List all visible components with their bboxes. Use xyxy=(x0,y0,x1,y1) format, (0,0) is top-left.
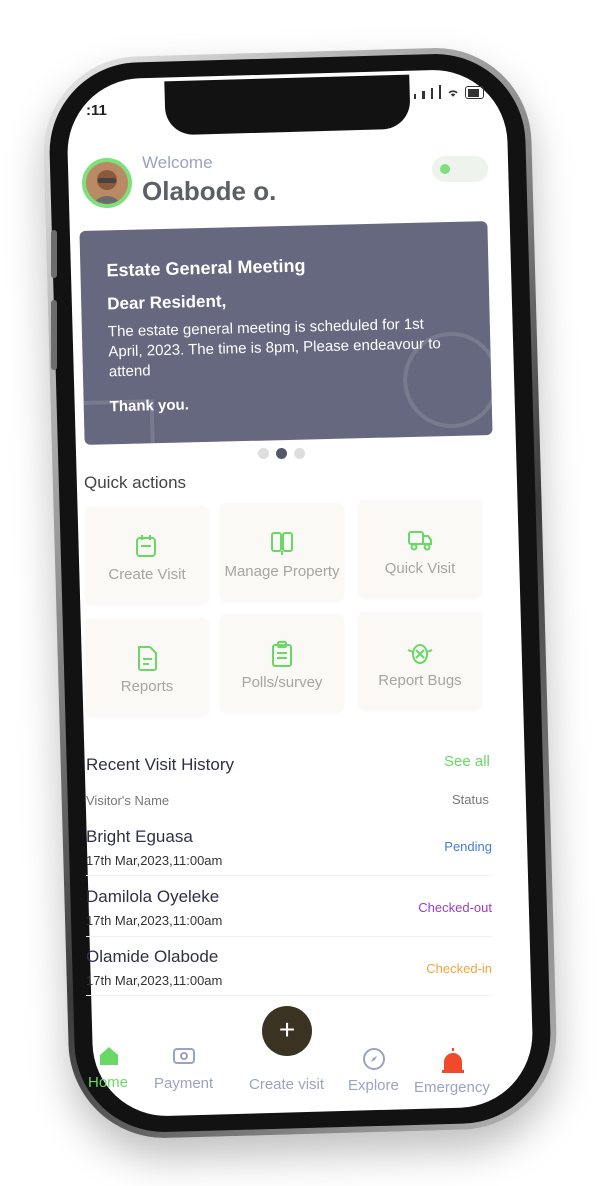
quick-actions-title: Quick actions xyxy=(84,473,187,492)
calendar-pencil-icon xyxy=(136,535,156,557)
quick-action-quick-visit[interactable]: Quick Visit xyxy=(358,500,482,598)
table-row[interactable]: Bright Eguasa 17th Mar,2023,11:00am Pend… xyxy=(86,827,492,868)
carousel-indicator xyxy=(258,448,305,459)
tab-emergency-label[interactable]: Emergency xyxy=(414,1079,490,1096)
divider xyxy=(86,995,492,996)
status-icons xyxy=(414,83,484,99)
divider xyxy=(86,875,492,876)
tile-label: Reports xyxy=(120,678,174,695)
column-header-status: Status xyxy=(452,792,489,807)
building-icon xyxy=(271,532,293,555)
divider xyxy=(86,936,492,937)
document-icon xyxy=(138,646,157,671)
column-header-name: Visitor's Name xyxy=(86,793,170,808)
quick-action-manage-property[interactable]: Manage Property xyxy=(220,503,344,601)
see-all-link[interactable]: See all xyxy=(444,753,490,770)
tab-explore-label[interactable]: Explore xyxy=(348,1077,399,1094)
tile-label: Manage Property xyxy=(224,563,340,580)
bottom-tab-bar: Home Payment Create visit Explore Emerge… xyxy=(72,1040,508,1100)
home-icon xyxy=(100,1047,118,1065)
quick-action-create-visit[interactable]: Create Visit xyxy=(85,506,209,604)
status-badge: Checked-in xyxy=(426,961,492,976)
tile-label: Polls/survey xyxy=(241,674,323,691)
clipboard-icon xyxy=(272,641,292,667)
side-button xyxy=(51,300,57,370)
siren-icon xyxy=(442,1048,464,1073)
announcement-banner[interactable]: Estate General Meeting Dear Resident, Th… xyxy=(79,221,493,445)
quick-action-report-bugs[interactable]: Report Bugs xyxy=(358,612,482,710)
status-toggle[interactable] xyxy=(432,156,488,182)
visit-date: 17th Mar,2023,11:00am xyxy=(86,913,223,928)
toggle-knob xyxy=(440,164,450,174)
status-time: :11 xyxy=(86,102,107,119)
banner-body: The estate general meeting is scheduled … xyxy=(107,315,441,381)
tab-create-visit-label[interactable]: Create visit xyxy=(249,1076,324,1093)
tile-label: Quick Visit xyxy=(384,560,456,577)
wifi-icon xyxy=(448,90,458,97)
status-badge: Checked-out xyxy=(418,900,492,915)
quick-action-polls-survey[interactable]: Polls/survey xyxy=(220,614,344,712)
visitor-name: Bright Eguasa xyxy=(86,827,193,846)
welcome-text: Welcome xyxy=(142,153,213,172)
table-row[interactable]: Olamide Olabode 17th Mar,2023,11:00am Ch… xyxy=(86,947,492,988)
table-row[interactable]: Damilola Oyeleke 17th Mar,2023,11:00am C… xyxy=(86,887,492,928)
user-name: Olabode o. xyxy=(142,176,277,206)
tab-home-label[interactable]: Home xyxy=(88,1074,128,1091)
carousel-dot[interactable] xyxy=(258,448,269,459)
tab-payment-label[interactable]: Payment xyxy=(154,1075,213,1092)
carousel-dot[interactable] xyxy=(294,448,305,459)
banner-title: Estate General Meeting xyxy=(106,255,306,281)
banner-greeting: Dear Resident, xyxy=(107,291,227,314)
tile-label: Report Bugs xyxy=(378,672,462,689)
carousel-dot-active[interactable] xyxy=(276,448,287,459)
avatar[interactable] xyxy=(82,158,132,208)
visit-history-title: Recent Visit History xyxy=(86,755,235,774)
truck-icon xyxy=(408,531,432,551)
avatar-face-icon xyxy=(86,162,128,204)
phone-notch xyxy=(164,74,411,136)
bug-icon xyxy=(407,644,433,664)
battery-icon xyxy=(465,86,484,99)
wallet-icon xyxy=(173,1048,195,1064)
side-button xyxy=(51,230,57,278)
compass-icon xyxy=(363,1048,385,1070)
banner-signoff: Thank you. xyxy=(109,396,190,416)
tile-label: Create Visit xyxy=(108,566,186,583)
status-badge: Pending xyxy=(444,839,492,854)
visit-date: 17th Mar,2023,11:00am xyxy=(86,853,223,868)
quick-action-reports[interactable]: Reports xyxy=(85,618,209,716)
